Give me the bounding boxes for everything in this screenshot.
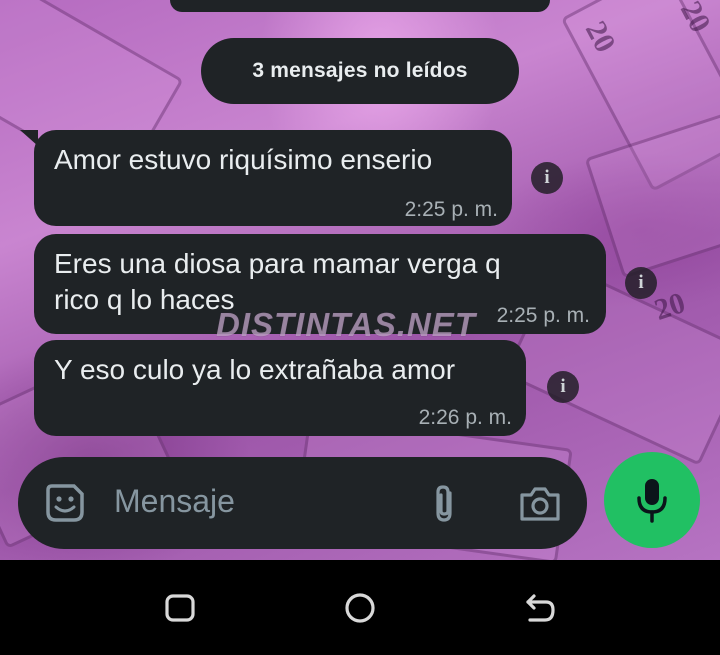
message-time: 2:25 p. m. bbox=[496, 304, 590, 327]
system-navigation-bar bbox=[0, 560, 720, 655]
mic-button[interactable] bbox=[604, 452, 700, 548]
info-icon[interactable]: i bbox=[625, 267, 657, 299]
message-text: Y eso culo ya lo extrañaba amor bbox=[54, 354, 456, 385]
message-time: 2:26 p. m. bbox=[418, 406, 512, 429]
attach-icon[interactable] bbox=[428, 483, 462, 525]
message-time: 2:25 p. m. bbox=[404, 198, 498, 221]
message-input[interactable]: Mensaje bbox=[114, 483, 235, 520]
incoming-message[interactable]: Y eso culo ya lo extrañaba amor 2:26 p. … bbox=[34, 340, 526, 436]
message-composer[interactable]: Mensaje bbox=[18, 457, 587, 549]
back-icon[interactable] bbox=[522, 590, 558, 626]
watermark: DISTINTAS.NET bbox=[216, 306, 476, 343]
bubble-tail bbox=[20, 130, 38, 146]
info-icon[interactable]: i bbox=[531, 162, 563, 194]
home-icon[interactable] bbox=[342, 590, 378, 626]
info-icon[interactable]: i bbox=[547, 371, 579, 403]
mic-icon bbox=[637, 479, 667, 523]
sticker-icon[interactable] bbox=[44, 482, 86, 524]
camera-icon[interactable] bbox=[518, 485, 562, 523]
message-text: Amor estuvo riquísimo enserio bbox=[54, 144, 433, 175]
unread-messages-banner: 3 mensajes no leídos bbox=[201, 38, 519, 104]
message-text-line: rico q lo haces bbox=[54, 284, 235, 315]
incoming-message[interactable]: Amor estuvo riquísimo enserio 2:25 p. m. bbox=[20, 130, 512, 226]
recents-icon[interactable] bbox=[162, 590, 198, 626]
message-text-line: Eres una diosa para mamar verga q bbox=[54, 248, 501, 279]
previous-message-bubble bbox=[170, 0, 550, 12]
